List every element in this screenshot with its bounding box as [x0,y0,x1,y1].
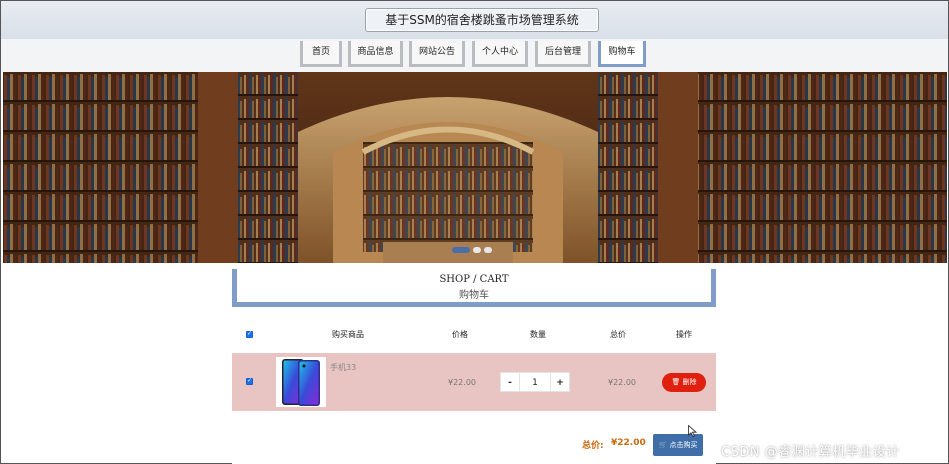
cart-section-header: SHOP / CART 购物车 [232,269,716,307]
increase-button[interactable]: + [550,372,570,392]
nav-item-user-center[interactable]: 个人中心 [472,41,528,67]
delete-button[interactable]: 🗑 删除 [662,373,706,392]
nav-item-home[interactable]: 首页 [300,41,342,67]
product-thumbnail[interactable] [276,357,326,407]
column-header-product: 购买商品 [332,330,364,339]
cart-summary: 总价: ¥22.00 🛒 点击购买 [232,413,716,464]
select-all-checkbox[interactable] [246,330,253,338]
carousel-dots [452,247,492,255]
nav-item-announcements[interactable]: 网站公告 [409,41,465,67]
quantity-stepper: - 1 + [500,372,570,392]
row-subtotal: ¥22.00 [608,378,636,387]
cart-icon: 🛒 [658,441,668,449]
carousel-dot[interactable] [473,247,481,253]
banner-image [3,72,947,263]
row-checkbox[interactable] [246,377,253,385]
watermark: CSDN @睿渊计算机毕业设计 [721,445,900,460]
checkout-button[interactable]: 🛒 点击购买 [653,434,703,456]
delete-label: 删除 [682,378,697,386]
quantity-input[interactable]: 1 [520,372,550,392]
trash-icon: 🗑 [671,378,681,386]
site-title: 基于SSM的宿舍楼跳蚤市场管理系统 [365,8,599,32]
column-header-subtotal: 总价 [610,330,626,339]
nav-item-products[interactable]: 商品信息 [348,41,403,67]
nav-item-cart[interactable]: 购物车 [598,41,646,67]
column-header-price: 价格 [452,330,468,339]
column-header-quantity: 数量 [530,330,546,339]
main-nav: 首页 商品信息 网站公告 个人中心 后台管理 购物车 [1,39,948,72]
product-price: ¥22.00 [448,378,476,387]
header-band: 基于SSM的宿舍楼跳蚤市场管理系统 [1,1,948,39]
cart-table-header: 购买商品 价格 数量 总价 操作 [232,319,716,351]
checkout-label: 点击购买 [669,441,698,449]
grand-total-label: 总价: [582,441,604,451]
grand-total-value: ¥22.00 [611,438,646,448]
nav-item-admin[interactable]: 后台管理 [535,41,591,67]
carousel-dot[interactable] [484,247,492,253]
carousel-dot-active[interactable] [452,247,470,253]
cart-title-cn: 购物车 [459,290,489,301]
cart-title-en: SHOP / CART [439,274,509,285]
decrease-button[interactable]: - [500,372,520,392]
column-header-action: 操作 [676,330,692,339]
banner-carousel[interactable] [3,72,947,263]
mouse-cursor-icon [688,425,697,437]
phone-image [282,359,320,406]
cart-row: 手机33 ¥22.00 - 1 + ¥22.00 🗑 删除 [232,353,716,411]
product-name[interactable]: 手机33 [330,362,356,373]
